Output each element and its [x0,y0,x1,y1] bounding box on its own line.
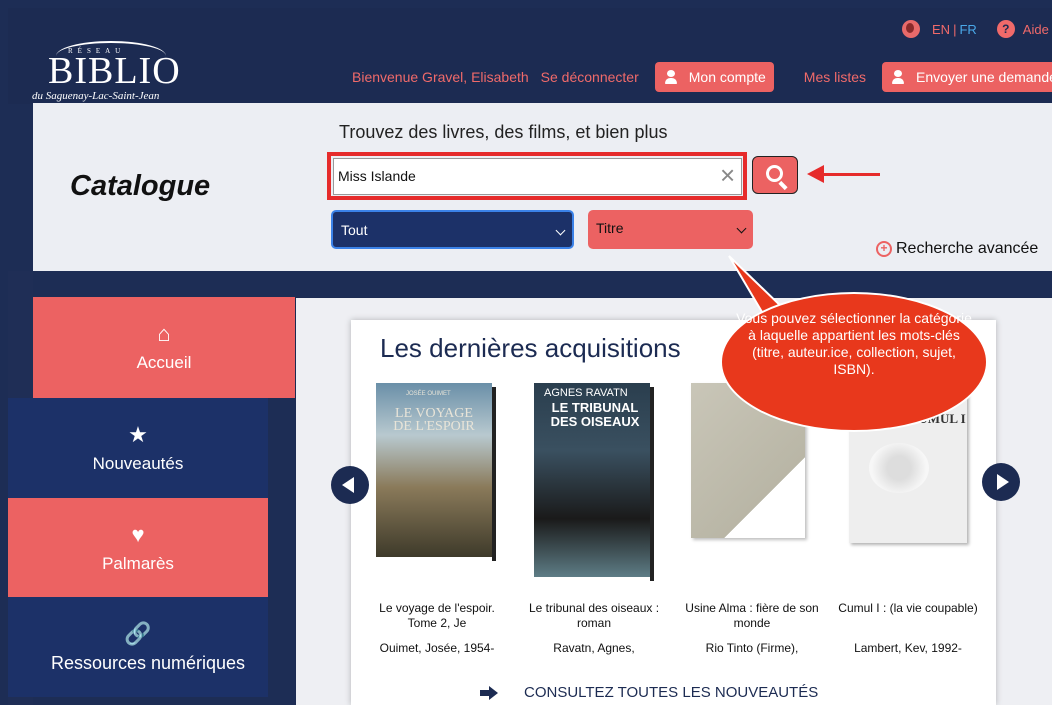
language-bar: EN | FR ? Aide [902,20,1049,38]
annotation-callout: Vous pouvez sélectionner la catégorie à … [720,292,988,432]
my-account-label: Mon compte [688,69,766,85]
sidebar-item-accueil[interactable]: ⌂ Accueil [33,297,295,398]
book-cover[interactable]: AGNES RAVATN LE TRIBUNAL DES OISEAUX [534,383,654,581]
logo-name: BIBLIO [48,50,181,92]
chevron-down-icon [555,225,566,236]
field-select-value: Titre [596,220,624,236]
sidebar-item-label: Accueil [136,353,192,372]
biblio-logo[interactable]: RÉSEAU BIBLIO du Saguenay-Lac-Saint-Jean [26,35,186,105]
sidebar-item-ressources[interactable]: 🔗 Ressources numériques [8,597,268,697]
book-title[interactable]: Le voyage de l'espoir. Tome 2, Je [367,601,507,631]
chevron-down-icon [736,223,747,234]
help-link[interactable]: Aide [1023,22,1049,37]
send-request-button[interactable]: Envoyer une demande [882,62,1052,92]
sidebar-item-palmares[interactable]: ♥ Palmarès [8,498,268,597]
chevron-right-icon [997,474,1009,490]
book-author: Lambert, Kev, 1992- [854,641,962,655]
my-account-button[interactable]: Mon compte [654,62,774,92]
sidebar-item-label: Ressources numériques [50,653,246,673]
arrow-right-icon [480,685,502,701]
clear-icon[interactable]: × [720,162,735,188]
book-author: Ouimet, Josée, 1954- [379,641,495,655]
advanced-search-link[interactable]: + Recherche avancée [876,240,1038,258]
logout-link[interactable]: Se déconnecter [541,69,639,85]
logo-region: du Saguenay-Lac-Saint-Jean [32,90,160,102]
heart-icon: ♥ [131,522,145,547]
star-icon: ★ [128,422,148,447]
callout-text: Vous pouvez sélectionner la catégorie à … [736,310,972,377]
search-input[interactable]: Miss Islande [333,158,742,195]
field-select[interactable]: Titre [588,210,753,249]
sidebar-item-label: Palmarès [102,554,174,573]
user-icon [890,69,906,85]
scope-select-value: Tout [341,222,368,238]
cover-author: AGNES RAVATN [544,387,628,399]
see-all-label: CONSULTEZ TOUTES LES NOUVEAUTÉS [524,684,819,701]
zoom-plus-icon: + [876,241,892,257]
link-icon: 🔗 [124,621,152,646]
search-tagline: Trouvez des livres, des films, et bien p… [339,122,668,142]
book-title[interactable]: Cumul I : (la vie coupable) [838,601,978,616]
cover-title: LE VOYAGE DE L'ESPOIR [393,406,475,434]
search-icon [766,165,783,182]
lang-fr-link[interactable]: FR [959,22,976,37]
see-all-link[interactable]: CONSULTEZ TOUTES LES NOUVEAUTÉS [480,684,818,701]
annotation-arrow-line [822,173,880,176]
book-title[interactable]: Usine Alma : fière de son monde [682,601,822,631]
carousel-next-button[interactable] [982,463,1020,501]
cover-author: JOSÉE OUIMET [406,391,451,397]
page-title: Catalogue [70,170,211,202]
sidebar-item-nouveautes[interactable]: ★ Nouveautés [8,398,268,498]
lang-separator: | [953,21,957,37]
search-button[interactable] [752,156,798,194]
globe-icon [902,20,920,38]
sidebar-item-label: Nouveautés [92,454,184,473]
home-icon: ⌂ [157,321,171,346]
carousel-prev-button[interactable] [331,466,369,504]
send-request-label: Envoyer une demande [916,69,1052,85]
my-lists-link[interactable]: Mes listes [804,69,866,85]
book-author: Ravatn, Agnes, [553,641,635,655]
acquisitions-title: Les dernières acquisitions [380,333,681,363]
welcome-text: Bienvenue Gravel, Elisabeth [352,69,529,85]
scope-select[interactable]: Tout [331,210,574,249]
book-title[interactable]: Le tribunal des oiseaux : roman [524,601,664,631]
top-nav: Bienvenue Gravel, Elisabeth Se déconnect… [352,62,1052,92]
advanced-search-label: Recherche avancée [896,240,1039,257]
cover-title: LE TRIBUNAL DES OISEAUX [550,400,640,429]
chevron-left-icon [342,477,354,493]
lang-en-link[interactable]: EN [932,22,950,37]
help-icon[interactable]: ? [996,20,1015,38]
book-cover[interactable]: JOSÉE OUIMET LE VOYAGE DE L'ESPOIR [376,383,496,561]
book-author: Rio Tinto (Firme), [705,641,799,655]
user-icon [663,69,679,85]
